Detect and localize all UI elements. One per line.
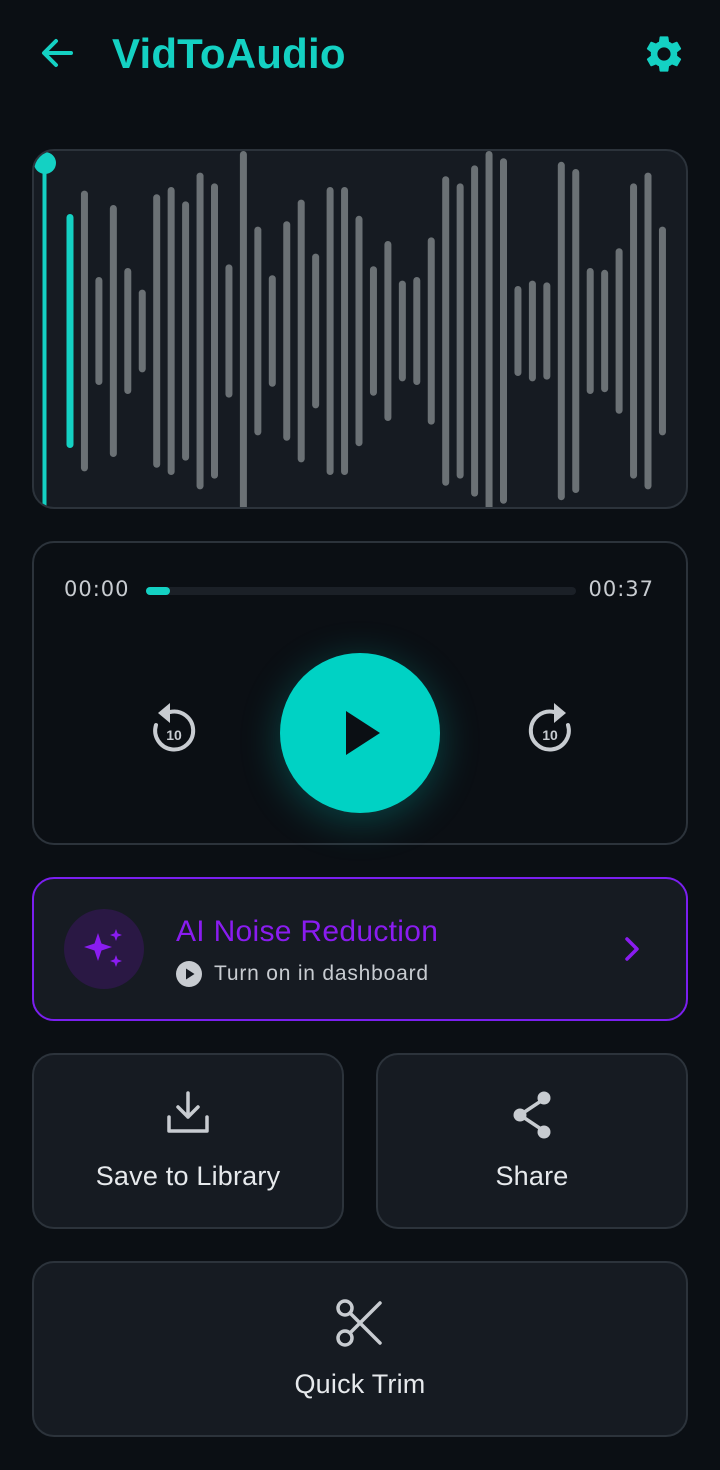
waveform-bar	[398, 280, 406, 382]
rewind-10-label: 10	[166, 727, 182, 743]
waveform-bar	[268, 275, 276, 387]
download-tray-icon	[167, 1091, 209, 1133]
waveform-bar	[211, 183, 218, 479]
play-circle-icon	[176, 961, 202, 987]
sparkles-icon	[84, 929, 122, 967]
share-button[interactable]: Share	[376, 1053, 688, 1229]
waveform-bar	[254, 226, 262, 436]
play-button[interactable]	[280, 653, 440, 813]
waveform-bar	[456, 183, 464, 479]
share-label: Share	[495, 1161, 569, 1191]
player-panel: 00:00 00:37 10 10	[32, 541, 688, 845]
arrow-left-icon	[42, 39, 73, 67]
waveform-bar	[239, 151, 247, 507]
waveform-bar	[413, 277, 421, 385]
waveform-bar	[355, 215, 363, 447]
current-time: 00:00	[64, 577, 130, 601]
waveform-bar	[442, 176, 450, 486]
ai-card-title: AI Noise Reduction	[176, 915, 439, 948]
waveform-bar	[586, 268, 594, 394]
sparkles-icon-badge	[64, 909, 144, 989]
total-time: 00:37	[588, 577, 654, 601]
forward-10-icon: 10	[528, 703, 571, 752]
waveform-bar	[225, 264, 233, 398]
waveform-bar	[369, 266, 377, 396]
waveform-bar	[66, 214, 74, 448]
rewind-10-button[interactable]: 10	[146, 699, 202, 763]
waveform-bar	[427, 237, 435, 425]
waveform-bar	[326, 187, 334, 475]
back-button[interactable]	[34, 30, 80, 76]
waveform-bar	[528, 280, 536, 382]
chevron-right-icon	[625, 937, 639, 961]
app-title: VidToAudio	[112, 30, 346, 77]
rewind-10-icon: 10	[153, 703, 196, 752]
ai-noise-reduction-card[interactable]: AI Noise Reduction Turn on in dashboard	[32, 877, 688, 1021]
waveform-bar	[514, 286, 522, 376]
waveform-graphic	[34, 151, 666, 509]
playhead-handle[interactable]	[34, 152, 56, 174]
waveform-bar	[485, 151, 493, 507]
waveform-bar	[95, 277, 103, 385]
waveform-bar	[644, 172, 652, 490]
ai-card-subtitle: Turn on in dashboard	[214, 962, 429, 985]
waveform-bar	[109, 205, 117, 457]
waveform-bar	[615, 248, 623, 414]
share-icon	[513, 1091, 551, 1139]
playhead-line[interactable]	[42, 155, 47, 509]
waveform-bar	[167, 187, 175, 475]
forward-10-button[interactable]: 10	[522, 699, 578, 763]
forward-10-label: 10	[542, 727, 558, 743]
waveform-panel[interactable]	[32, 149, 688, 509]
scissors-icon	[336, 1299, 382, 1347]
ai-card-subtitle-row: Turn on in dashboard	[176, 961, 429, 987]
progress-fill	[146, 587, 170, 595]
quick-trim-label: Quick Trim	[294, 1369, 426, 1399]
settings-button[interactable]	[640, 30, 688, 78]
waveform-bar	[138, 289, 146, 373]
waveform-bar	[341, 187, 349, 475]
progress-bar[interactable]	[146, 587, 576, 595]
waveform-bar	[153, 194, 161, 468]
play-icon	[346, 711, 380, 755]
waveform-bar	[80, 190, 88, 472]
waveform-bar	[601, 269, 609, 393]
quick-trim-button[interactable]: Quick Trim	[32, 1261, 688, 1437]
waveform-bar	[543, 282, 551, 380]
gear-icon	[646, 36, 682, 72]
save-to-library-button[interactable]: Save to Library	[32, 1053, 344, 1229]
waveform-bar	[196, 172, 204, 490]
waveform-bar	[630, 183, 638, 479]
waveform-bar	[557, 161, 565, 501]
waveform-bar	[471, 165, 479, 497]
waveform-bar	[124, 268, 132, 394]
app-header: VidToAudio	[0, 0, 720, 108]
waveform-bar	[658, 226, 666, 436]
waveform-bar	[297, 199, 305, 463]
save-to-library-label: Save to Library	[95, 1161, 281, 1191]
waveform-bar	[182, 201, 190, 461]
waveform-bar	[283, 221, 291, 441]
waveform-bar	[312, 253, 320, 409]
waveform-bar	[384, 241, 392, 421]
waveform-bar	[572, 169, 580, 493]
waveform-bar	[500, 158, 507, 504]
